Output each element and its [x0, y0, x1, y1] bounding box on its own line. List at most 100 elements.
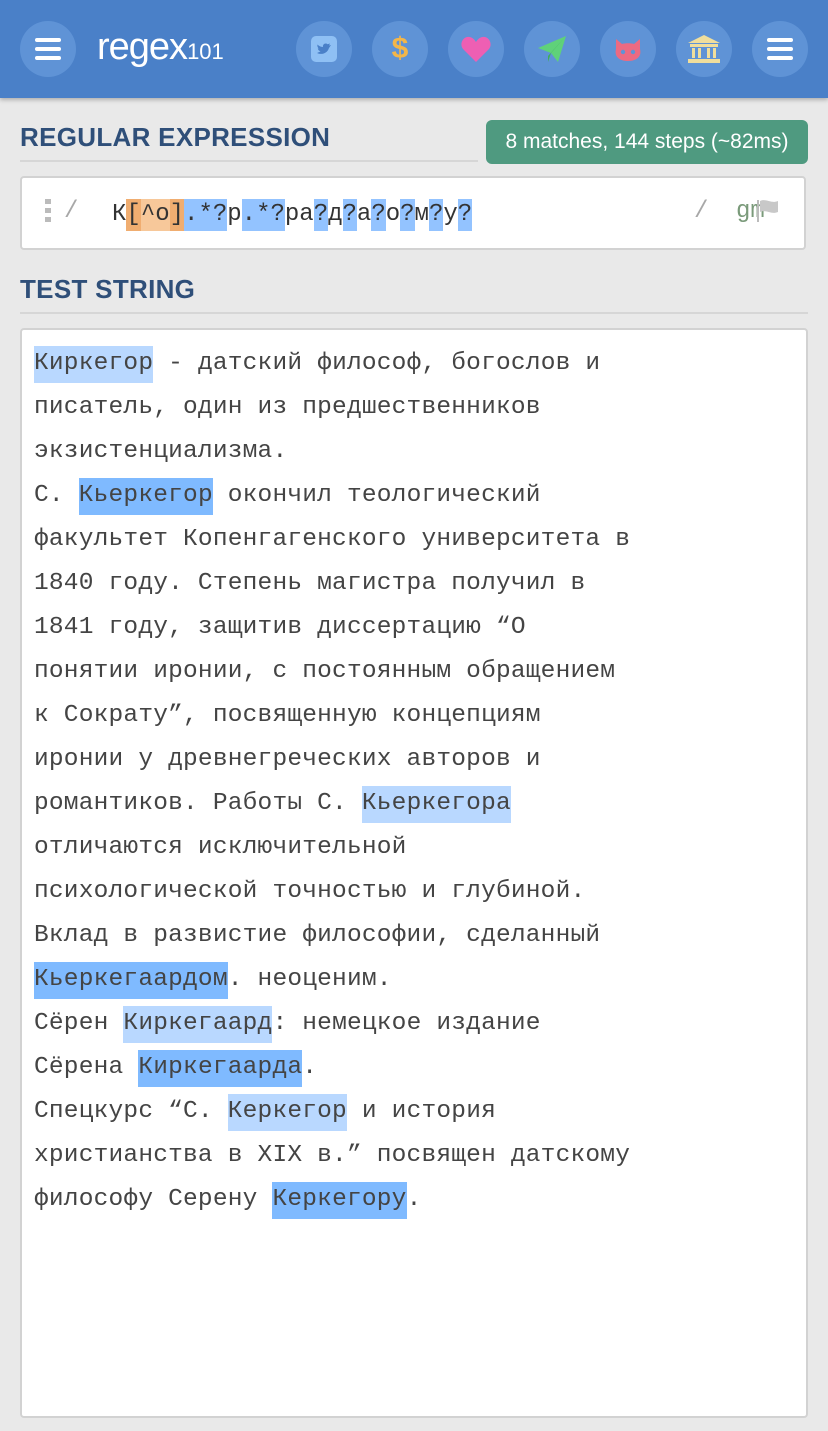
- test-string-editor[interactable]: Киркегор - датский философ, богослов и пи…: [20, 328, 808, 1418]
- regex-token: о: [385, 201, 401, 228]
- regex-section-title: REGULAR EXPRESSION: [20, 122, 331, 152]
- regex-match-highlight: Киркегор: [34, 346, 154, 383]
- regex-delimiter-open: /: [64, 198, 79, 225]
- top-navigation-bar: regex101 $: [0, 0, 828, 98]
- menu-icon: [35, 38, 61, 60]
- regex-token: ?: [313, 199, 329, 231]
- regex-token: у: [443, 201, 458, 228]
- test-string-line: Сёрен Киркегаард: немецкое издание: [34, 1002, 798, 1046]
- test-string-text-segment: к Сократу”, посвященную концепциям: [34, 702, 541, 729]
- app-logo[interactable]: regex101: [97, 26, 224, 69]
- test-string-text-segment: . неоценим.: [227, 966, 392, 993]
- menu-icon: [767, 38, 793, 60]
- regex-delimiter-close: /: [694, 198, 709, 225]
- test-string-line: философу Серену Керкегору.: [34, 1178, 798, 1222]
- test-string-text-segment: христианства в XIX в.” посвящен датскому: [34, 1142, 631, 1169]
- flag-icon[interactable]: [756, 198, 786, 224]
- test-string-line: к Сократу”, посвященную концепциям: [34, 694, 798, 738]
- twitter-button[interactable]: [296, 21, 352, 77]
- test-string-text-segment: романтиков. Работы С.: [34, 790, 362, 817]
- regex-token: м: [414, 201, 429, 228]
- test-string-text-segment: психологической точностью и глубиной.: [34, 878, 586, 905]
- feedback-button[interactable]: [524, 21, 580, 77]
- test-string-line: 1840 году. Степень магистра получил в: [34, 562, 798, 606]
- test-string-line: романтиков. Работы С. Кьеркегора: [34, 782, 798, 826]
- test-string-text-segment: 1841 году, защитив диссертацию “О: [34, 614, 526, 641]
- test-string-line: Сёрена Киркегаарда.: [34, 1046, 798, 1090]
- test-string-line: психологической точностью и глубиной.: [34, 870, 798, 914]
- test-string-line: Вклад в развистие философии, сделанный: [34, 914, 798, 958]
- test-string-line: факультет Копенгагенского университета в: [34, 518, 798, 562]
- regex-token: ?: [457, 199, 473, 231]
- regex-token: д: [328, 201, 343, 228]
- test-string-line: писатель, один из предшественников: [34, 386, 798, 430]
- test-string-line: христианства в XIX в.” посвящен датскому: [34, 1134, 798, 1178]
- library-button[interactable]: [676, 21, 732, 77]
- test-string-line: Киркегор - датский философ, богослов и: [34, 342, 798, 386]
- regex-token: *: [256, 199, 271, 231]
- test-string-text-segment: отличаются исключительной: [34, 834, 407, 861]
- regex-token: ?: [400, 199, 415, 231]
- test-string-text-segment: : немецкое издание: [272, 1010, 541, 1037]
- regex-input[interactable]: К[^о].*?р.*?ра?д?а?о?м?у?: [112, 199, 473, 231]
- test-string-line: понятии иронии, с постоянным обращением: [34, 650, 798, 694]
- test-string-line: иронии у древнегреческих авторов и: [34, 738, 798, 782]
- settings-menu-button[interactable]: [752, 21, 808, 77]
- divider: [20, 160, 478, 162]
- test-string-text[interactable]: Киркегор - датский философ, богослов и пи…: [34, 342, 798, 1222]
- regex-token: .: [241, 199, 257, 231]
- dollar-icon: $: [391, 32, 409, 65]
- test-string-text-segment: Сёрена: [34, 1054, 139, 1081]
- regex-token: р: [227, 201, 242, 228]
- favorites-button[interactable]: [448, 21, 504, 77]
- test-string-text-segment: С.: [34, 482, 79, 509]
- regex-token: р: [284, 201, 300, 228]
- menu-button[interactable]: [20, 21, 76, 77]
- test-string-text-segment: - датский философ, богослов и: [153, 350, 601, 377]
- test-string-section-title: TEST STRING: [20, 274, 196, 304]
- regex-match-highlight: Кьеркегаардом: [34, 962, 228, 999]
- regex-input-box[interactable]: / К[^о].*?р.*?ра?д?а?о?м?у? / gm: [20, 176, 806, 250]
- regex-token: ^: [140, 199, 156, 231]
- regex-match-highlight: Керкегор: [227, 1094, 347, 1131]
- regex-token: ?: [212, 199, 228, 231]
- regex-match-highlight: Кьеркегора: [361, 786, 511, 823]
- regex-token: ?: [342, 199, 357, 231]
- test-string-line: 1841 году, защитив диссертацию “О: [34, 606, 798, 650]
- test-string-text-segment: философу Серену: [34, 1186, 273, 1213]
- test-string-text-segment: Спецкурс “С.: [34, 1098, 228, 1125]
- test-string-text-segment: писатель, один из предшественников: [34, 394, 541, 421]
- test-string-text-segment: экзистенциализма.: [34, 438, 288, 465]
- regex-match-highlight: Керкегору: [272, 1182, 407, 1219]
- test-string-text-segment: Сёрен: [34, 1010, 124, 1037]
- regex-match-highlight: Киркегаарда: [138, 1050, 303, 1087]
- test-string-text-segment: .: [302, 1054, 318, 1081]
- bank-icon: [688, 35, 720, 63]
- test-string-text-segment: 1840 году. Степень магистра получил в: [34, 570, 586, 597]
- regex-token: ?: [371, 199, 386, 231]
- regex-token: К: [112, 201, 127, 228]
- paper-plane-icon: [538, 36, 566, 62]
- regex-token: а: [299, 201, 314, 228]
- twitter-icon: [311, 36, 337, 62]
- heart-icon: [461, 36, 491, 62]
- donate-button[interactable]: $: [372, 21, 428, 77]
- regex-token: а: [356, 201, 372, 228]
- regex-token: *: [198, 199, 213, 231]
- drag-handle-icon[interactable]: [44, 198, 52, 226]
- test-string-text-segment: понятии иронии, с постоянным обращением: [34, 658, 616, 685]
- divider: [20, 312, 808, 314]
- test-string-text-segment: .: [406, 1186, 422, 1213]
- test-string-line: экзистенциализма.: [34, 430, 798, 474]
- regex-token: о: [155, 199, 170, 231]
- test-string-text-segment: и история: [346, 1098, 496, 1125]
- regex-token: ?: [428, 199, 444, 231]
- test-string-line: Спецкурс “С. Керкегор и история: [34, 1090, 798, 1134]
- test-string-text-segment: Вклад в развистие философии, сделанный: [34, 922, 601, 949]
- regex-match-highlight: Киркегаард: [123, 1006, 273, 1043]
- regex-token: ?: [270, 199, 285, 231]
- github-button[interactable]: [600, 21, 656, 77]
- test-string-text-segment: иронии у древнегреческих авторов и: [34, 746, 541, 773]
- regex-match-highlight: Кьеркегор: [78, 478, 213, 515]
- test-string-line: отличаются исключительной: [34, 826, 798, 870]
